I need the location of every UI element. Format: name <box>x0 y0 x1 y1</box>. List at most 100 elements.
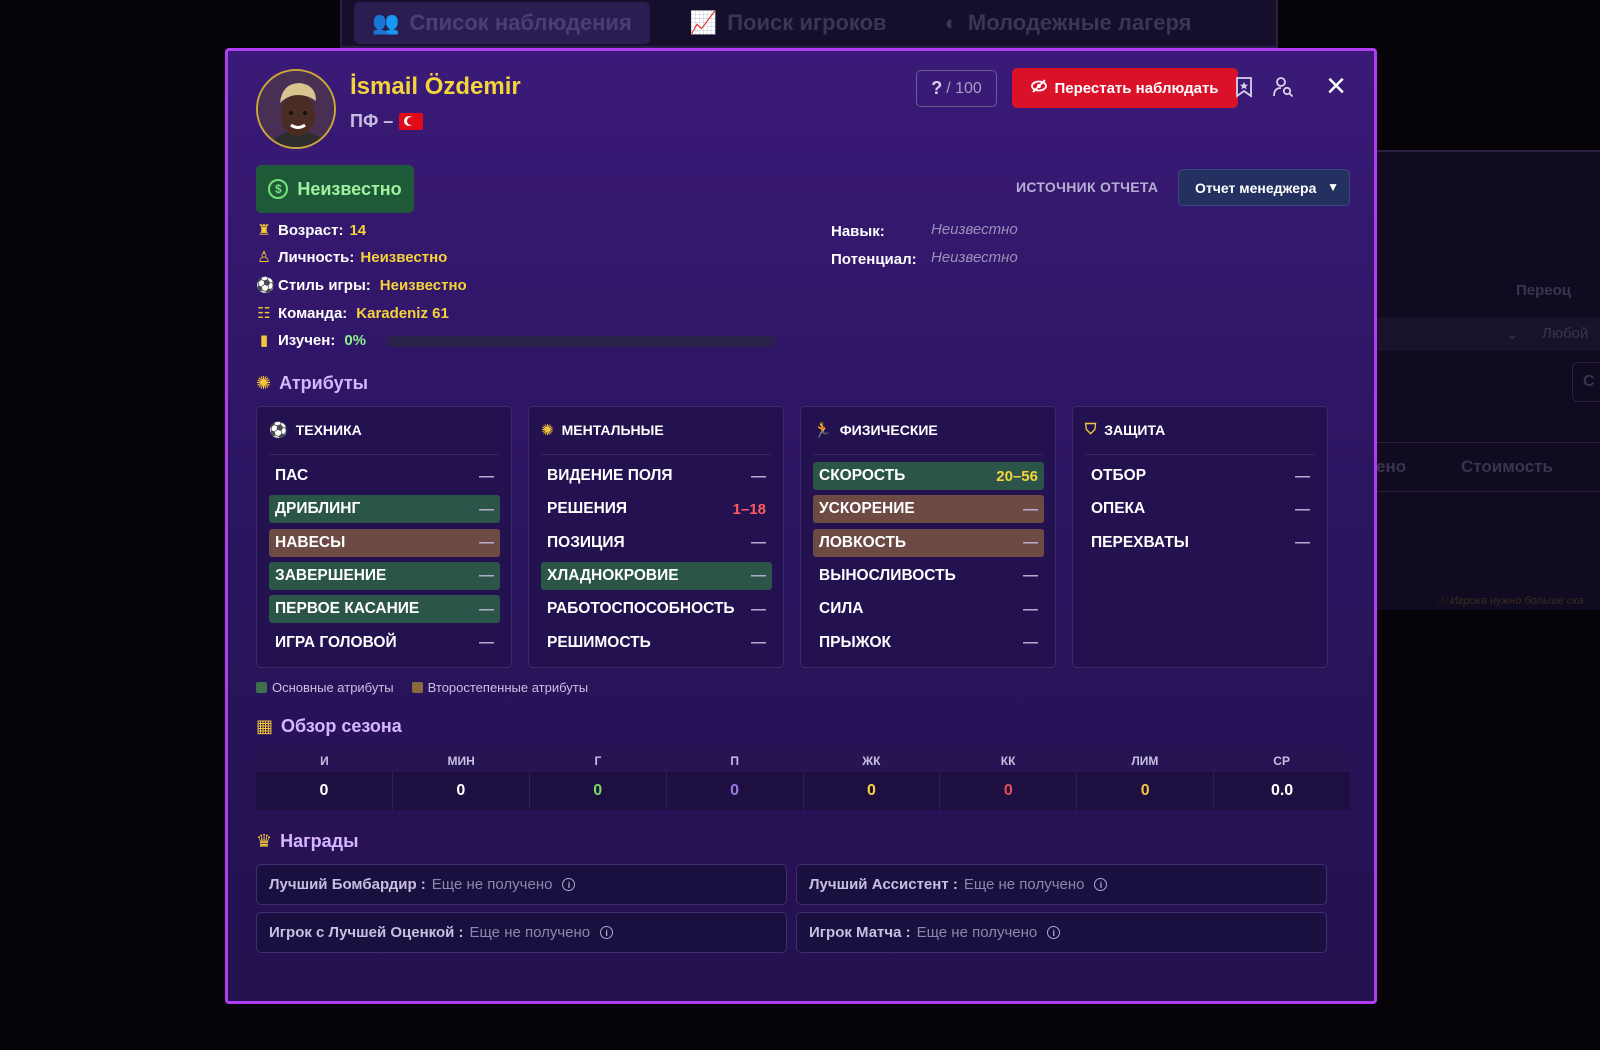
attribute-value: — <box>479 567 494 585</box>
stop-watching-button[interactable]: Перестать наблюдать <box>1012 68 1238 108</box>
tab-youth-camps[interactable]: ◐ Молодежные лагеря <box>927 2 1210 44</box>
attribute-row: ВЫНОСЛИВОСТЬ — <box>813 562 1044 590</box>
attribute-row: РЕШЕНИЯ 1–18 <box>541 495 772 523</box>
player-name: İsmail Özdemir <box>350 73 521 100</box>
stop-watching-label: Перестать наблюдать <box>1054 79 1219 97</box>
season-value-cell: 0 <box>804 772 941 810</box>
season-value-cell: 0 <box>530 772 667 810</box>
attribute-value: — <box>479 600 494 618</box>
attribute-row: УСКОРЕНИЕ — <box>813 495 1044 524</box>
bg-note: ⓘ Игрока нужно больше ска <box>1436 595 1584 607</box>
attribute-group-title: ⛉ ЗАЩИТА <box>1085 421 1166 438</box>
attributes-title: ✺ Атрибуты <box>256 373 369 393</box>
attribute-value: — <box>479 467 494 485</box>
tab-label: Молодежные лагеря <box>967 10 1192 35</box>
tab-label: Список наблюдения <box>409 10 632 35</box>
attribute-group: 🏃 ФИЗИЧЕСКИЕ СКОРОСТЬ 20–56 УСКОРЕНИЕ — ЛОВКОС… <box>800 406 1056 668</box>
scout-score: ? / 100 <box>916 70 997 107</box>
info-icon[interactable]: i <box>600 926 614 939</box>
bar-chart-icon: ▮ <box>259 332 269 349</box>
attribute-name: ХЛАДНОКРОВИЕ <box>547 566 679 584</box>
attribute-group-title: ⚽ ТЕХНИКА <box>269 422 362 439</box>
season-title: ▦ Обзор сезона <box>256 716 402 736</box>
attribute-row: ИГРА ГОЛОВОЙ — <box>269 629 500 657</box>
attribute-group: ✺ МЕНТАЛЬНЫЕ ВИДЕНИЕ ПОЛЯ — РЕШЕНИЯ 1–18 ПОЗИЦ… <box>528 406 784 668</box>
skill-label: Навык: <box>831 223 885 240</box>
player-position: ПФ – <box>350 111 424 132</box>
attribute-row: РЕШИМОСТЬ — <box>541 629 772 657</box>
attribute-group: ⛉ ЗАЩИТА ОТБОР — ОПЕКА — ПЕРЕХВАТЫ — <box>1072 406 1328 668</box>
tab-watchlist[interactable]: 👥 Список наблюдения <box>354 2 650 44</box>
eye-off-icon <box>1031 78 1048 98</box>
season-header-cell: КК <box>1000 754 1016 768</box>
running-icon: 🏃 <box>813 422 832 439</box>
awards-title: ♛ Награды <box>256 831 359 851</box>
award-top-assist: Лучший Ассистент : Еще не получено i <box>796 864 1327 905</box>
attribute-name: ОТБОР <box>1091 467 1147 484</box>
attribute-name: ПАС <box>275 467 309 484</box>
bookmark-star-icon[interactable] <box>1230 73 1258 101</box>
bg-filter-row: ⌄ Любой <box>1376 317 1600 351</box>
user-search-icon[interactable] <box>1269 73 1297 101</box>
attribute-name: ВИДЕНИЕ ПОЛЯ <box>547 467 673 484</box>
calendar-icon: ▦ <box>256 716 274 736</box>
attribute-row: ЛОВКОСТЬ — <box>813 528 1044 557</box>
attribute-value: — <box>1295 534 1310 552</box>
background-panel: Переоц ⌄ Любой С ено Стоимость ⓘ Игрока … <box>1376 150 1600 610</box>
info-icon[interactable]: i <box>562 878 576 891</box>
close-icon[interactable]: × <box>1321 69 1351 103</box>
attribute-name: ЛОВКОСТЬ <box>819 533 907 551</box>
info-icon[interactable]: i <box>1094 878 1108 891</box>
ball-icon: ⚽ <box>256 277 275 294</box>
award-player-of-match: Игрок Матча : Еще не получено i <box>796 912 1327 953</box>
attribute-value: — <box>1023 600 1038 618</box>
info-style: ⚽ Стиль игры: Неизвестно <box>256 276 467 295</box>
tab-label: Поиск игроков <box>727 10 887 35</box>
attribute-row: ОПЕКА — <box>1085 495 1316 523</box>
season-header-cell: ЛИМ <box>1131 754 1159 768</box>
season-stats-table: И МИН Г П ЖК КК ЛИМ СР 0 0 0 0 0 0 0 0.0 <box>256 750 1350 812</box>
attribute-row: ХЛАДНОКРОВИЕ — <box>541 561 772 590</box>
attribute-row: ПАС — <box>269 462 500 490</box>
attribute-name: РЕШИМОСТЬ <box>547 633 651 651</box>
info-personality: ♙ Личность: Неизвестно <box>257 248 448 267</box>
attribute-group: ⚽ ТЕХНИКА ПАС — ДРИБЛИНГ — НАВЕСЫ — ЗАВЕРШЕНИЕ — П… <box>256 406 512 668</box>
bg-header-b: Стоимость <box>1461 457 1553 476</box>
shield-icon: ⛉ <box>1085 421 1097 438</box>
divider <box>541 454 771 455</box>
person-icon: ♙ <box>257 249 271 266</box>
divider <box>1085 454 1315 455</box>
season-header-cell: МИН <box>447 754 475 768</box>
season-header-cell: П <box>730 754 739 768</box>
cake-icon: ♜ <box>257 222 271 239</box>
attribute-row: ВИДЕНИЕ ПОЛЯ — <box>541 462 772 490</box>
bg-filter-value: Любой <box>1542 325 1589 342</box>
attribute-value: 1–18 <box>732 500 766 518</box>
attribute-name: ПРЫЖОК <box>819 633 891 651</box>
attribute-value: — <box>1023 567 1038 585</box>
attribute-value: — <box>479 500 494 518</box>
season-value-cell: 0 <box>393 772 530 810</box>
legend-primary: Основные атрибуты <box>256 680 394 695</box>
brain-icon: ✺ <box>256 373 272 393</box>
attribute-value: — <box>751 467 766 485</box>
attribute-name: НАВЕСЫ <box>275 533 346 551</box>
attribute-value: — <box>751 534 766 552</box>
info-icon[interactable]: i <box>1047 926 1061 939</box>
attribute-row: ПЕРВОЕ КАСАНИЕ — <box>269 595 500 624</box>
report-source-select[interactable]: Отчет менеджера ▼ <box>1178 169 1350 206</box>
value-label: Неизвестно <box>297 178 402 199</box>
dollar-icon: $ <box>268 179 289 199</box>
attribute-row: ПОЗИЦИЯ — <box>541 529 772 557</box>
attribute-row: СИЛА — <box>813 595 1044 623</box>
bg-button[interactable]: С <box>1572 362 1600 402</box>
attribute-name: УСКОРЕНИЕ <box>819 500 915 518</box>
info-team: ☷ Команда: Karadeniz 61 <box>257 304 449 323</box>
attribute-name: ПЕРЕХВАТЫ <box>1091 533 1189 551</box>
position-label: ПФ – <box>350 111 394 131</box>
legend-secondary: Второстепенные атрибуты <box>411 680 588 695</box>
tab-player-search[interactable]: 📈 Поиск игроков <box>672 2 905 44</box>
attribute-name: ДРИБЛИНГ <box>275 500 361 518</box>
score-max: / 100 <box>946 79 982 97</box>
attribute-value: — <box>479 634 494 651</box>
